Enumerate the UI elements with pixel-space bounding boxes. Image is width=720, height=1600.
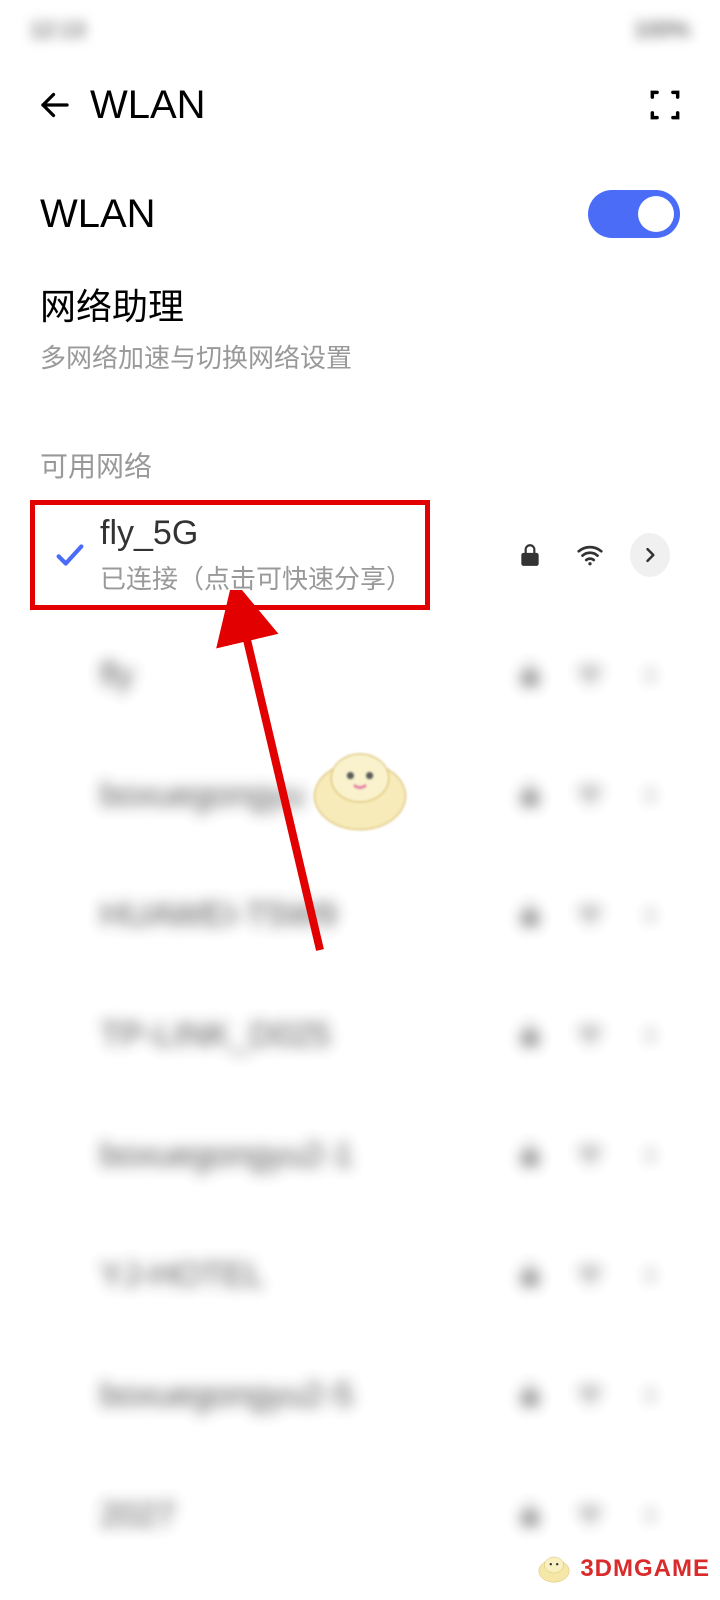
network-name: 2027	[100, 1496, 510, 1535]
network-name: boxuegongyu	[100, 776, 510, 815]
network-icons	[510, 535, 680, 575]
available-networks-label: 可用网络	[40, 445, 680, 485]
wifi-icon	[570, 655, 610, 695]
wlan-toggle-row[interactable]: WLAN	[40, 150, 680, 268]
network-name: boxuegongyu2-5	[100, 1376, 510, 1415]
network-detail-button[interactable]	[630, 1135, 670, 1175]
network-assistant-row[interactable]: 网络助理 多网络加速与切换网络设置	[40, 268, 680, 405]
network-name: YJ-HOTEL	[100, 1256, 510, 1295]
chevron-right-icon	[640, 665, 660, 685]
network-info: fly	[100, 656, 510, 695]
lock-icon	[510, 775, 550, 815]
network-name: boxuegongyu2-1	[100, 1136, 510, 1175]
network-detail-button[interactable]	[630, 775, 670, 815]
network-item[interactable]: fly	[40, 615, 680, 735]
status-battery: 100%	[634, 17, 690, 43]
network-icons	[510, 1255, 680, 1295]
back-button[interactable]	[30, 80, 80, 130]
network-item[interactable]: boxuegongyu2-5	[40, 1335, 680, 1455]
network-status: 已连接（点击可快速分享）	[100, 559, 510, 596]
wifi-icon	[570, 1255, 610, 1295]
network-icons	[510, 655, 680, 695]
network-name: fly	[100, 656, 510, 695]
watermark-text: 3DMGAME	[580, 1555, 710, 1583]
app-header: WLAN	[0, 60, 720, 150]
status-bar: 12:13 100%	[0, 0, 720, 60]
network-info: 2027	[100, 1496, 510, 1535]
network-detail-button[interactable]	[630, 1375, 670, 1415]
page-title: WLAN	[90, 83, 206, 128]
watermark-bottom: 3DMGAME	[524, 1548, 720, 1590]
network-icons	[510, 1375, 680, 1415]
chevron-right-icon	[640, 1145, 660, 1165]
lock-icon	[510, 1375, 550, 1415]
wifi-icon	[570, 1375, 610, 1415]
network-item[interactable]: boxuegongyu2-1	[40, 1095, 680, 1215]
network-icons	[510, 1135, 680, 1175]
network-item[interactable]: TP-LINK_D025	[40, 975, 680, 1095]
chevron-right-icon	[640, 1265, 660, 1285]
network-icons	[510, 895, 680, 935]
network-icons	[510, 1495, 680, 1535]
lock-icon	[510, 1255, 550, 1295]
network-item[interactable]: YJ-HOTEL	[40, 1215, 680, 1335]
network-name: HUAWEI-T5W9	[100, 896, 510, 935]
lock-icon	[510, 1495, 550, 1535]
network-info: boxuegongyu	[100, 776, 510, 815]
network-item[interactable]: boxuegongyu	[40, 735, 680, 855]
network-info: boxuegongyu2-1	[100, 1136, 510, 1175]
chevron-right-icon	[640, 1025, 660, 1045]
network-name: TP-LINK_D025	[100, 1016, 510, 1055]
network-name: fly_5G	[100, 514, 510, 553]
wifi-icon	[570, 1015, 610, 1055]
arrow-left-icon	[37, 87, 73, 123]
network-info: boxuegongyu2-5	[100, 1376, 510, 1415]
scan-qr-button[interactable]	[640, 80, 690, 130]
wlan-toggle-switch[interactable]	[588, 190, 680, 238]
network-item[interactable]: HUAWEI-T5W9	[40, 855, 680, 975]
network-info: YJ-HOTEL	[100, 1256, 510, 1295]
network-detail-button[interactable]	[630, 655, 670, 695]
content-area: WLAN 网络助理 多网络加速与切换网络设置 可用网络 fly_5G 已连接（点击…	[0, 150, 720, 1600]
chevron-right-icon	[640, 1505, 660, 1525]
wifi-icon	[570, 1135, 610, 1175]
network-icons	[510, 775, 680, 815]
wifi-icon	[570, 535, 610, 575]
lock-icon	[510, 655, 550, 695]
chevron-right-icon	[640, 1385, 660, 1405]
network-detail-button[interactable]	[630, 1015, 670, 1055]
wifi-icon	[570, 1495, 610, 1535]
network-detail-button[interactable]	[630, 1495, 670, 1535]
assistant-subtitle: 多网络加速与切换网络设置	[40, 338, 680, 375]
check-icon	[53, 538, 87, 572]
network-detail-button[interactable]	[630, 895, 670, 935]
wlan-label: WLAN	[40, 192, 156, 237]
network-info: fly_5G 已连接（点击可快速分享）	[100, 514, 510, 596]
wifi-icon	[570, 895, 610, 935]
wifi-icon	[570, 775, 610, 815]
lock-icon	[510, 895, 550, 935]
chevron-right-icon	[640, 545, 660, 565]
scan-icon	[646, 86, 684, 124]
status-time: 12:13	[30, 17, 85, 43]
watermark-mascot-icon	[534, 1552, 574, 1586]
network-info: HUAWEI-T5W9	[100, 896, 510, 935]
network-detail-button[interactable]	[630, 535, 670, 575]
network-item[interactable]: fly_5G 已连接（点击可快速分享）	[40, 495, 680, 615]
lock-icon	[510, 1015, 550, 1055]
assistant-title: 网络助理	[40, 278, 680, 330]
chevron-right-icon	[640, 905, 660, 925]
network-list: fly_5G 已连接（点击可快速分享） fly boxuegongyu HUAWEI-T…	[40, 495, 680, 1600]
lock-icon	[510, 535, 550, 575]
lock-icon	[510, 1135, 550, 1175]
connected-indicator	[40, 538, 100, 572]
network-info: TP-LINK_D025	[100, 1016, 510, 1055]
network-icons	[510, 1015, 680, 1055]
network-detail-button[interactable]	[630, 1255, 670, 1295]
chevron-right-icon	[640, 785, 660, 805]
